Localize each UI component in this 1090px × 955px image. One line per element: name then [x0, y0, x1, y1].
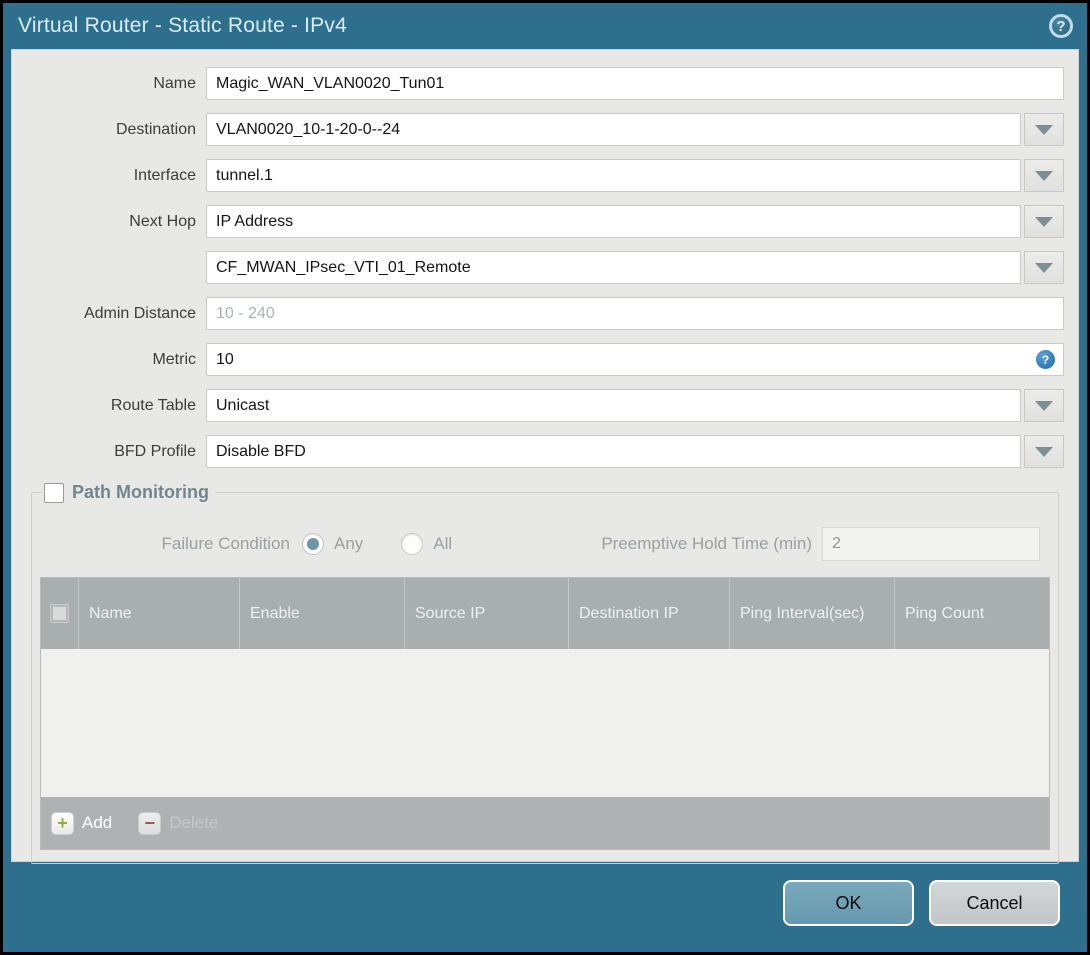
next-hop-type-input[interactable] — [206, 205, 1021, 238]
path-monitoring-checkbox[interactable] — [44, 482, 64, 503]
add-button[interactable]: + Add — [51, 811, 113, 835]
table-body — [41, 649, 1049, 797]
path-monitoring-title: Path Monitoring — [72, 482, 209, 502]
select-all-checkbox[interactable] — [50, 604, 69, 623]
chevron-down-icon — [1035, 262, 1053, 273]
failure-condition-label: Failure Condition — [161, 534, 290, 553]
dialog-content: Name Destination Interface — [11, 49, 1079, 864]
bfd-profile-row: BFD Profile — [12, 435, 1064, 468]
column-header-source-ip: Source IP — [405, 578, 569, 649]
route-table-label: Route Table — [110, 396, 196, 414]
route-table-row: Route Table — [12, 389, 1064, 422]
column-header-destination-ip: Destination IP — [569, 578, 730, 649]
table-header-row: Name Enable Source IP Destination IP Pin… — [41, 578, 1049, 649]
failure-condition-all-radio[interactable] — [401, 533, 424, 555]
route-table-input[interactable] — [206, 389, 1021, 422]
minus-icon: − — [138, 811, 162, 835]
failure-condition-all-label: All — [433, 534, 453, 553]
name-input[interactable] — [206, 67, 1064, 100]
next-hop-row: Next Hop — [12, 205, 1064, 238]
chevron-down-icon — [1035, 124, 1053, 135]
bfd-profile-input[interactable] — [206, 435, 1021, 468]
next-hop-label: Next Hop — [129, 212, 196, 230]
next-hop-address-dropdown-button[interactable] — [1024, 251, 1064, 284]
column-header-enable: Enable — [240, 578, 405, 649]
metric-label: Metric — [152, 350, 196, 368]
chevron-down-icon — [1035, 446, 1053, 457]
destination-row: Destination — [12, 113, 1064, 146]
destination-input[interactable] — [206, 113, 1021, 146]
help-icon[interactable]: ? — [1049, 14, 1073, 38]
metric-help-icon[interactable]: ? — [1036, 350, 1055, 369]
plus-icon: + — [51, 811, 74, 835]
path-monitoring-table: Name Enable Source IP Destination IP Pin… — [40, 577, 1050, 850]
column-header-ping-interval: Ping Interval(sec) — [730, 578, 895, 649]
admin-distance-row: Admin Distance — [12, 297, 1064, 330]
bfd-profile-dropdown-button[interactable] — [1024, 435, 1064, 468]
preemptive-hold-time-group: Preemptive Hold Time (min) — [601, 527, 1040, 561]
destination-dropdown-button[interactable] — [1024, 113, 1064, 146]
failure-condition-any-radio[interactable] — [302, 533, 324, 555]
static-route-dialog: Virtual Router - Static Route - IPv4 ? N… — [3, 3, 1087, 952]
preemptive-hold-time-label: Preemptive Hold Time (min) — [601, 534, 812, 553]
add-button-label: Add — [82, 813, 113, 832]
chevron-down-icon — [1035, 400, 1053, 411]
delete-button[interactable]: − Delete — [138, 811, 219, 835]
path-monitoring-group: Path Monitoring Failure Condition Any Al… — [31, 482, 1059, 864]
metric-input[interactable] — [206, 343, 1064, 376]
column-header-name: Name — [79, 578, 240, 649]
next-hop-address-input[interactable] — [206, 251, 1021, 284]
failure-condition-row: Failure Condition Any All Preemptive Hol… — [40, 527, 1040, 561]
preemptive-hold-time-input[interactable] — [822, 527, 1040, 561]
admin-distance-input[interactable] — [206, 297, 1064, 330]
next-hop-dropdown-button[interactable] — [1024, 205, 1064, 238]
path-monitoring-legend: Path Monitoring — [42, 482, 215, 503]
interface-label: Interface — [133, 166, 196, 184]
interface-dropdown-button[interactable] — [1024, 159, 1064, 192]
metric-row: Metric ? — [12, 343, 1064, 376]
delete-button-label: Delete — [169, 813, 219, 832]
interface-row: Interface — [12, 159, 1064, 192]
failure-condition-any-label: Any — [334, 534, 364, 553]
route-table-dropdown-button[interactable] — [1024, 389, 1064, 422]
ok-button[interactable]: OK — [783, 880, 914, 926]
titlebar: Virtual Router - Static Route - IPv4 ? — [3, 3, 1087, 49]
dialog-title: Virtual Router - Static Route - IPv4 — [18, 14, 347, 37]
destination-label: Destination — [115, 120, 196, 138]
chevron-down-icon — [1035, 216, 1053, 227]
admin-distance-label: Admin Distance — [83, 304, 196, 322]
table-footer: + Add − Delete — [41, 797, 1049, 849]
name-label: Name — [153, 74, 196, 92]
interface-input[interactable] — [206, 159, 1021, 192]
select-all-cell — [41, 578, 79, 649]
name-row: Name — [12, 67, 1064, 100]
chevron-down-icon — [1035, 170, 1053, 181]
next-hop-address-row — [12, 251, 1064, 284]
bfd-profile-label: BFD Profile — [114, 442, 196, 460]
column-header-ping-count: Ping Count — [905, 604, 985, 622]
cancel-button[interactable]: Cancel — [929, 880, 1060, 926]
